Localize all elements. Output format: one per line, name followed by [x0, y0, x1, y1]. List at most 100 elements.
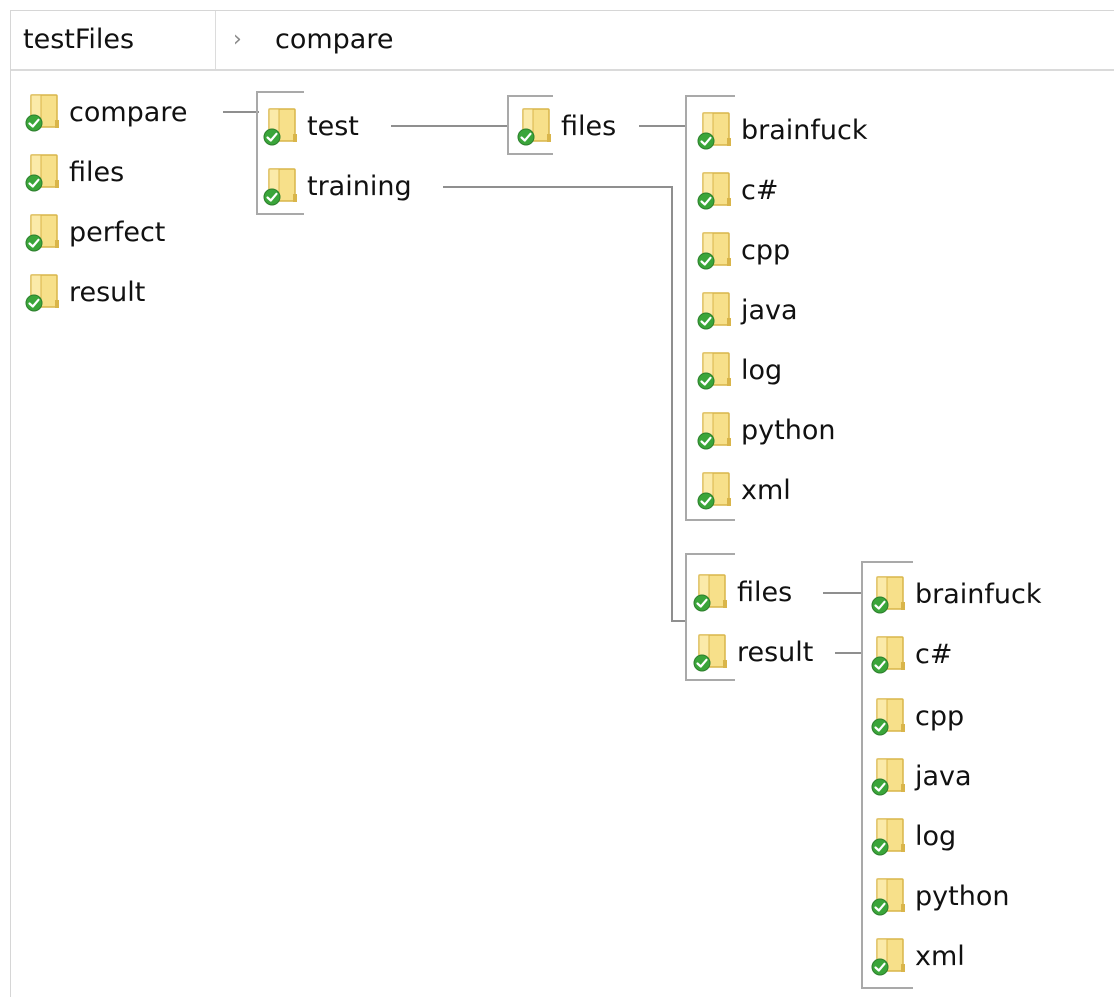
- tree-node-java[interactable]: java: [871, 753, 972, 799]
- connector-line: [671, 620, 685, 622]
- check-icon: [697, 372, 715, 390]
- node-label: compare: [69, 96, 188, 128]
- node-label: python: [741, 414, 836, 446]
- folder-icon: [697, 350, 733, 390]
- node-label: log: [741, 354, 783, 386]
- folder-icon: [871, 696, 907, 736]
- folder-icon: [697, 170, 733, 210]
- tree-node-test-files[interactable]: files: [517, 103, 616, 149]
- tree-node-training[interactable]: training: [263, 163, 412, 209]
- folder-icon: [871, 876, 907, 916]
- tree-node-log[interactable]: log: [697, 347, 782, 393]
- node-label: perfect: [69, 216, 166, 248]
- folder-icon: [25, 212, 61, 252]
- tree-node-csharp[interactable]: c#: [871, 631, 952, 677]
- node-label: xml: [915, 940, 965, 972]
- connector-line: [823, 592, 861, 594]
- tree-node-cpp[interactable]: cpp: [697, 227, 790, 273]
- folder-icon: [697, 410, 733, 450]
- folder-icon: [697, 290, 733, 330]
- folder-icon: [697, 230, 733, 270]
- check-icon: [697, 492, 715, 510]
- folder-icon: [263, 166, 299, 206]
- folder-icon: [871, 574, 907, 614]
- folder-icon: [693, 572, 729, 612]
- folder-icon: [517, 106, 553, 146]
- node-label: xml: [741, 474, 791, 506]
- check-icon: [263, 128, 281, 146]
- node-label: java: [741, 294, 798, 326]
- tree-node-training-result[interactable]: result: [693, 629, 813, 675]
- tree-node-csharp[interactable]: c#: [697, 167, 778, 213]
- connector-line: [835, 652, 861, 654]
- tree-node-java[interactable]: java: [697, 287, 798, 333]
- folder-icon: [871, 634, 907, 674]
- tree-node-python[interactable]: python: [697, 407, 835, 453]
- tree-node-result[interactable]: result: [25, 269, 145, 315]
- node-label: log: [915, 820, 957, 852]
- node-label: result: [69, 276, 146, 308]
- breadcrumb-current[interactable]: compare: [271, 11, 397, 69]
- check-icon: [25, 234, 43, 252]
- check-icon: [871, 596, 889, 614]
- folder-icon: [693, 632, 729, 672]
- connector-line: [443, 186, 673, 188]
- node-label: c#: [915, 638, 953, 670]
- tree-node-brainfuck[interactable]: brainfuck: [697, 107, 868, 153]
- tree-view: testFiles › compare compare files perfec…: [10, 10, 1114, 997]
- check-icon: [697, 192, 715, 210]
- folder-icon: [871, 756, 907, 796]
- check-icon: [25, 114, 43, 132]
- connector-line: [391, 125, 507, 127]
- node-label: java: [915, 760, 972, 792]
- check-icon: [697, 312, 715, 330]
- check-icon: [871, 898, 889, 916]
- tree-node-files[interactable]: files: [25, 149, 124, 195]
- tree-node-xml[interactable]: xml: [871, 933, 965, 979]
- check-icon: [25, 174, 43, 192]
- folder-icon: [263, 106, 299, 146]
- check-icon: [871, 778, 889, 796]
- breadcrumb-separator-icon: ›: [233, 27, 242, 52]
- connector-line: [223, 111, 259, 113]
- tree-node-cpp[interactable]: cpp: [871, 693, 964, 739]
- tree-node-python[interactable]: python: [871, 873, 1009, 919]
- tree-node-log[interactable]: log: [871, 813, 956, 859]
- node-label: brainfuck: [915, 578, 1042, 610]
- check-icon: [697, 432, 715, 450]
- check-icon: [697, 252, 715, 270]
- node-label: test: [307, 110, 359, 142]
- folder-icon: [871, 936, 907, 976]
- tree-node-perfect[interactable]: perfect: [25, 209, 165, 255]
- breadcrumb-root[interactable]: testFiles: [11, 11, 216, 69]
- node-label: brainfuck: [741, 114, 868, 146]
- check-icon: [697, 132, 715, 150]
- folder-icon: [25, 92, 61, 132]
- tree-node-brainfuck[interactable]: brainfuck: [871, 571, 1042, 617]
- folder-icon: [697, 470, 733, 510]
- breadcrumb: testFiles › compare: [11, 11, 1114, 71]
- connector-line: [671, 186, 673, 622]
- check-icon: [693, 654, 711, 672]
- check-icon: [871, 838, 889, 856]
- folder-icon: [871, 816, 907, 856]
- node-label: cpp: [915, 700, 965, 732]
- folder-icon: [697, 110, 733, 150]
- connector-line: [639, 125, 687, 127]
- check-icon: [517, 128, 535, 146]
- check-icon: [263, 188, 281, 206]
- node-label: python: [915, 880, 1010, 912]
- tree-node-test[interactable]: test: [263, 103, 359, 149]
- tree-node-xml[interactable]: xml: [697, 467, 791, 513]
- node-label: files: [737, 576, 793, 608]
- tree-node-training-files[interactable]: files: [693, 569, 792, 615]
- check-icon: [871, 958, 889, 976]
- tree-node-compare[interactable]: compare: [25, 89, 187, 135]
- folder-icon: [25, 272, 61, 312]
- node-label: files: [561, 110, 617, 142]
- check-icon: [25, 294, 43, 312]
- node-label: c#: [741, 174, 779, 206]
- node-label: files: [69, 156, 125, 188]
- folder-icon: [25, 152, 61, 192]
- check-icon: [871, 656, 889, 674]
